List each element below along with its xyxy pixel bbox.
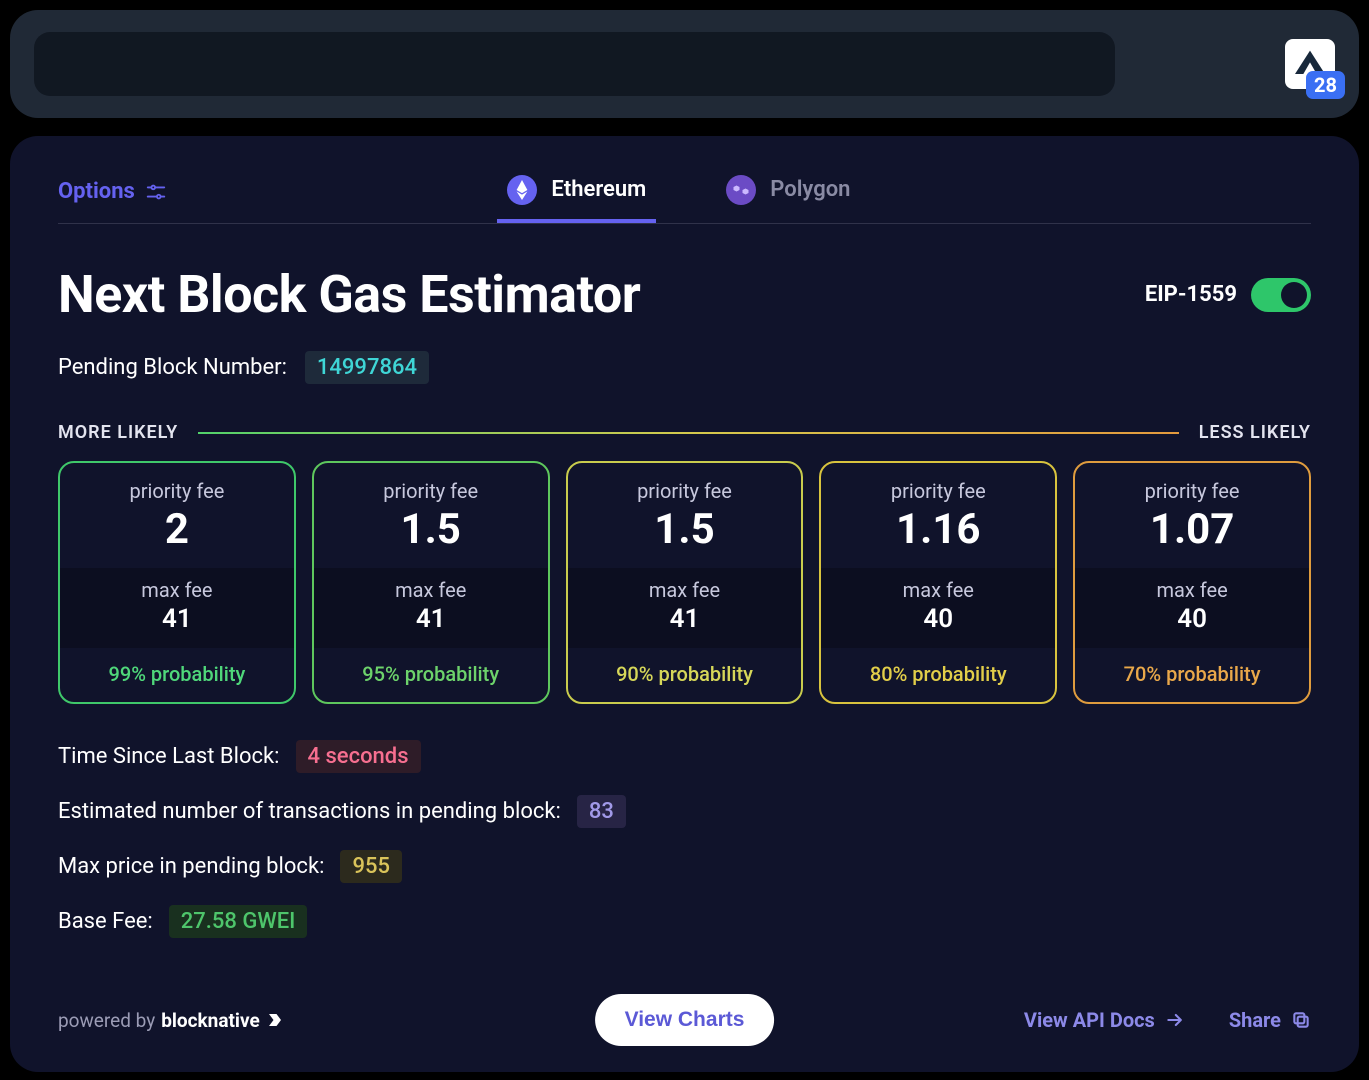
ethereum-icon [507,175,537,205]
page-title: Next Block Gas Estimator [58,264,640,325]
gas-card[interactable]: priority fee 1.5 max fee 41 90% probabil… [566,461,804,704]
max-fee-value: 41 [68,604,286,634]
gas-card[interactable]: priority fee 1.07 max fee 40 70% probabi… [1073,461,1311,704]
max-fee-value: 41 [322,604,540,634]
gas-card[interactable]: priority fee 2 max fee 41 99% probabilit… [58,461,296,704]
blocknative-icon [266,1011,284,1029]
eip-label: EIP-1559 [1145,282,1237,307]
gas-card[interactable]: priority fee 1.5 max fee 41 95% probabil… [312,461,550,704]
max-price-value: 955 [340,850,402,883]
view-charts-button[interactable]: View Charts [595,994,775,1046]
title-row: Next Block Gas Estimator EIP-1559 [58,264,1311,325]
view-api-docs-link[interactable]: View API Docs [1024,1008,1185,1032]
max-fee-value: 41 [576,604,794,634]
likelihood-scale: MORE LIKELY LESS LIKELY [58,422,1311,443]
priority-fee-value: 1.16 [829,505,1047,554]
max-fee-label: max fee [829,578,1047,602]
probability-label: 99% probability [60,648,294,702]
priority-fee-value: 1.07 [1083,505,1301,554]
time-since-label: Time Since Last Block: [58,744,280,769]
probability-label: 80% probability [821,648,1055,702]
copy-icon [1291,1010,1311,1030]
probability-label: 70% probability [1075,648,1309,702]
info-block: Time Since Last Block: 4 seconds Estimat… [58,740,1311,938]
max-fee-label: max fee [1083,578,1301,602]
max-fee-label: max fee [576,578,794,602]
likelihood-gradient [198,432,1178,434]
options-button[interactable]: Options [58,179,167,204]
tx-count-value: 83 [577,795,626,828]
gas-cards: priority fee 2 max fee 41 99% probabilit… [58,461,1311,704]
sliders-icon [145,181,167,203]
footer: powered by blocknative View Charts View … [58,1008,1311,1032]
gas-card[interactable]: priority fee 1.16 max fee 40 80% probabi… [819,461,1057,704]
priority-fee-label: priority fee [576,479,794,503]
priority-fee-label: priority fee [68,479,286,503]
tab-label: Polygon [770,177,850,202]
polygon-icon [726,175,756,205]
powered-brand: blocknative [161,1009,260,1032]
tab-ethereum[interactable]: Ethereum [497,160,656,223]
time-since-value: 4 seconds [296,740,421,773]
tx-count-label: Estimated number of transactions in pend… [58,799,561,824]
pending-block-row: Pending Block Number: 14997864 [58,351,1311,384]
max-price-row: Max price in pending block: 955 [58,850,1311,883]
probability-label: 95% probability [314,648,548,702]
more-likely-label: MORE LIKELY [58,422,178,443]
api-docs-label: View API Docs [1024,1008,1155,1032]
tx-count-row: Estimated number of transactions in pend… [58,795,1311,828]
powered-prefix: powered by [58,1009,155,1032]
max-fee-value: 40 [829,604,1047,634]
tabs-row: Options Ethereum Polygon [58,160,1311,224]
eip-toggle-wrap: EIP-1559 [1145,278,1311,312]
search-input[interactable] [34,32,1115,96]
base-fee-label: Base Fee: [58,909,153,934]
notification-badge: 28 [1306,71,1345,99]
powered-by: powered by blocknative [58,1009,284,1032]
priority-fee-value: 1.5 [576,505,794,554]
options-label: Options [58,179,135,204]
max-fee-value: 40 [1083,604,1301,634]
priority-fee-value: 1.5 [322,505,540,554]
tab-polygon[interactable]: Polygon [716,160,860,223]
time-since-row: Time Since Last Block: 4 seconds [58,740,1311,773]
pending-block-label: Pending Block Number: [58,355,287,380]
arrow-right-icon [1165,1010,1185,1030]
topbar: 28 [10,10,1359,118]
priority-fee-label: priority fee [829,479,1047,503]
max-price-label: Max price in pending block: [58,854,324,879]
max-fee-label: max fee [322,578,540,602]
base-fee-value: 27.58 GWEI [169,905,308,938]
share-link[interactable]: Share [1229,1008,1311,1032]
probability-label: 90% probability [568,648,802,702]
priority-fee-label: priority fee [1083,479,1301,503]
pending-block-value: 14997864 [305,351,429,384]
gas-estimator-panel: Options Ethereum Polygon [10,136,1359,1072]
less-likely-label: LESS LIKELY [1199,422,1311,443]
avatar-wrap: 28 [1285,39,1335,89]
tab-label: Ethereum [551,177,646,202]
share-label: Share [1229,1008,1281,1032]
priority-fee-value: 2 [68,505,286,554]
base-fee-row: Base Fee: 27.58 GWEI [58,905,1311,938]
priority-fee-label: priority fee [322,479,540,503]
eip-toggle[interactable] [1251,278,1311,312]
max-fee-label: max fee [68,578,286,602]
chain-tabs: Ethereum Polygon [167,160,1191,223]
